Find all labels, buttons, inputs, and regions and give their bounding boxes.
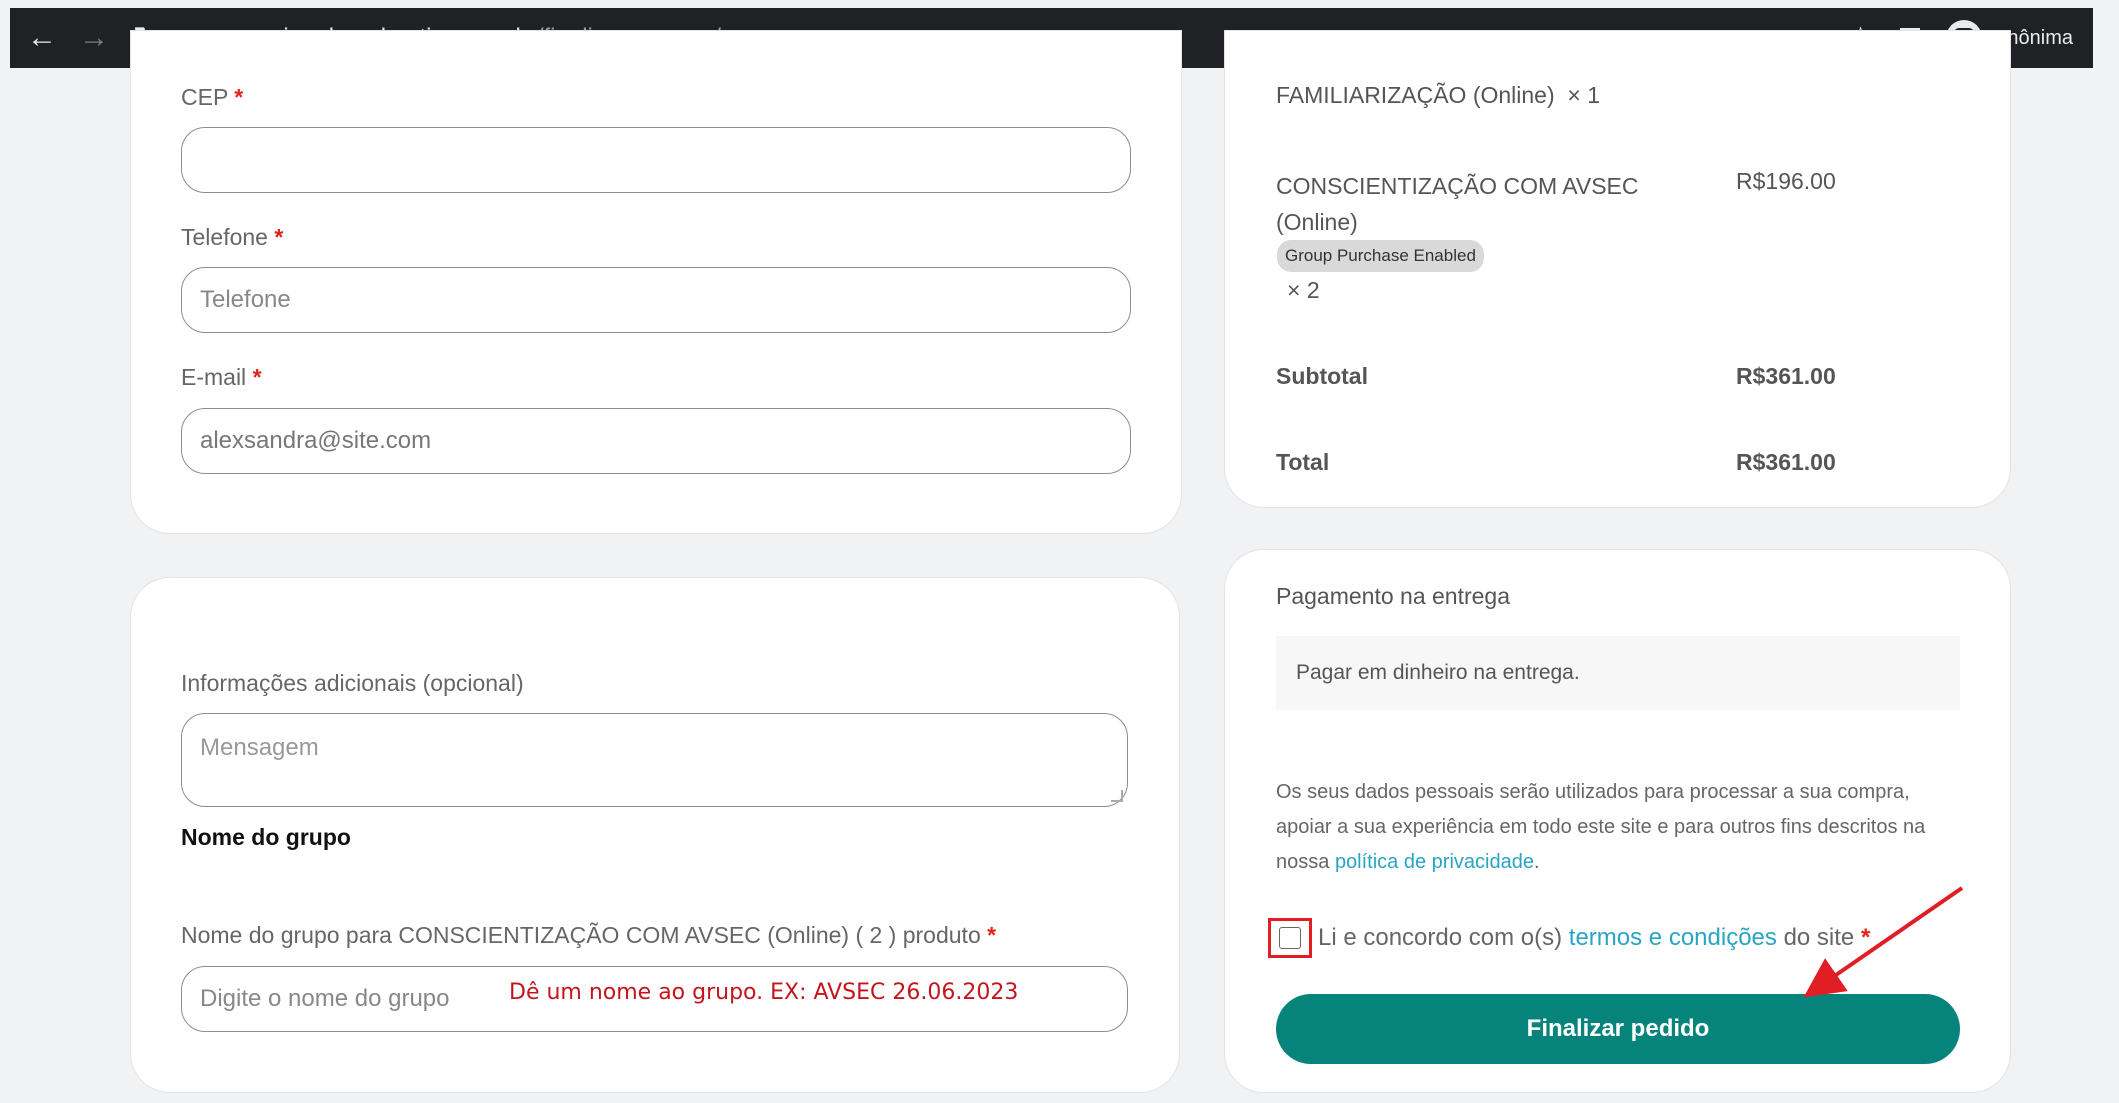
annotation-arrow-icon: [1803, 886, 1964, 998]
